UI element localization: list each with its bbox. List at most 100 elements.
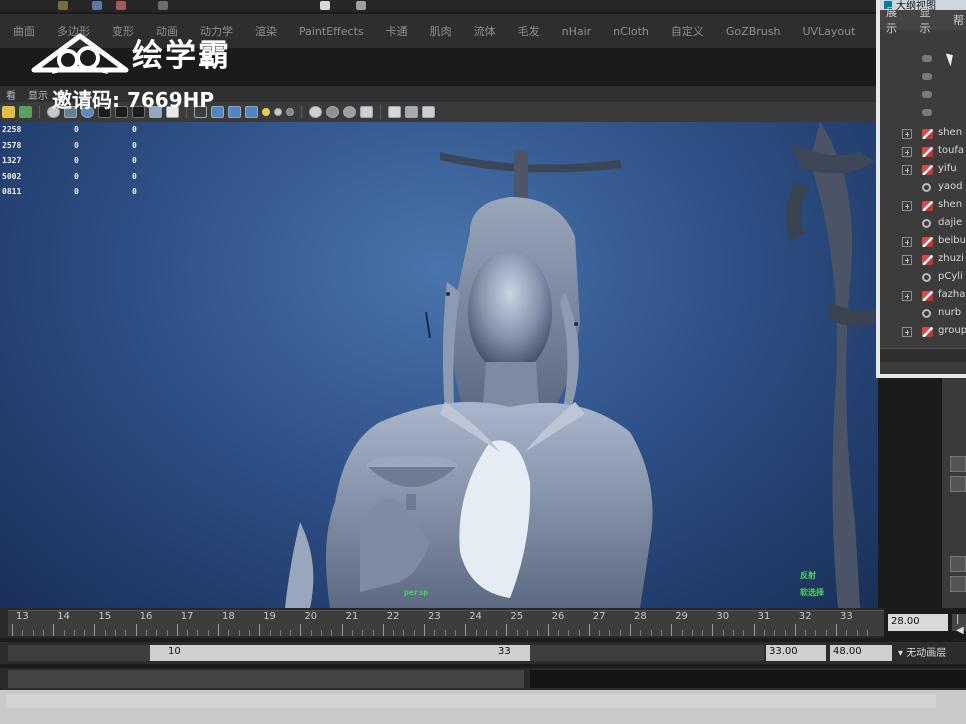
- outliner-menu-item[interactable]: 显示: [914, 4, 948, 36]
- frame-subtick-mark: [557, 630, 559, 636]
- expand-icon[interactable]: [902, 291, 912, 301]
- outliner-item[interactable]: dajie: [880, 216, 966, 233]
- poly-count-value: 0: [74, 140, 79, 150]
- outliner-item[interactable]: yaod: [880, 180, 966, 197]
- expand-icon[interactable]: [902, 165, 912, 175]
- xray-icon[interactable]: [309, 106, 322, 118]
- frame-subtick-mark: [825, 630, 827, 636]
- shelf-tab[interactable]: UVLayout: [791, 25, 866, 38]
- expand-icon[interactable]: [902, 129, 912, 139]
- frame-subtick-mark: [568, 630, 570, 636]
- tool-icon[interactable]: [58, 1, 68, 10]
- outliner-item-label: fazha: [938, 289, 966, 300]
- shelf-tab[interactable]: 自定义: [660, 23, 715, 39]
- xray-active-icon[interactable]: [343, 106, 356, 118]
- playback-end-field[interactable]: 33.00: [766, 645, 826, 661]
- frame-subtick-mark: [166, 630, 168, 636]
- step-back-icon[interactable]: |◀: [952, 614, 966, 636]
- frame-tick-mark: [794, 624, 796, 636]
- mesh-node-icon: [922, 291, 933, 301]
- frame-subtick-mark: [145, 630, 147, 636]
- transform-node-icon: [922, 219, 931, 228]
- outliner-scrollbar[interactable]: [880, 348, 966, 362]
- outliner-item[interactable]: shen: [880, 198, 966, 215]
- animation-end-field[interactable]: 48.00: [830, 645, 892, 661]
- tool-icon[interactable]: [356, 1, 366, 10]
- expand-icon[interactable]: [902, 255, 912, 265]
- range-slider-bar[interactable]: 10 33: [150, 645, 530, 661]
- tool-icon[interactable]: [92, 1, 102, 10]
- transform-node-icon: [922, 183, 931, 192]
- outliner-item[interactable]: shen: [880, 126, 966, 143]
- frame-subtick-mark: [248, 630, 250, 636]
- shelf-tab[interactable]: nCloth: [602, 25, 660, 38]
- cloud-logo-icon: [31, 33, 129, 74]
- range-left-area[interactable]: [8, 645, 150, 661]
- tool-icon[interactable]: [320, 1, 330, 10]
- poly-count-value: 0: [74, 125, 79, 134]
- outliner-item-label: dajie: [938, 217, 963, 228]
- viewport-menu-item[interactable]: 看: [0, 87, 22, 102]
- expand-icon[interactable]: [902, 237, 912, 247]
- outliner-item-label: yaod: [938, 181, 963, 192]
- current-frame-field[interactable]: 28.00: [888, 614, 948, 631]
- outliner-item[interactable]: [880, 86, 966, 103]
- use-all-lights-icon[interactable]: [262, 108, 270, 116]
- command-input[interactable]: [8, 670, 524, 688]
- tool-icon[interactable]: [158, 1, 168, 10]
- select-camera-icon[interactable]: [2, 106, 15, 118]
- share-icon[interactable]: [422, 106, 435, 118]
- shelf-tab[interactable]: PaintEffects: [288, 25, 375, 38]
- panel-button[interactable]: [950, 456, 966, 472]
- outliner-menu-item[interactable]: 展示: [880, 4, 914, 36]
- shelf-tab[interactable]: nHair: [551, 25, 603, 38]
- shelf-tab[interactable]: 卡通: [375, 23, 419, 39]
- frame-tick-mark: [836, 624, 837, 636]
- frame-subtick-mark: [115, 630, 116, 636]
- panel-button[interactable]: [950, 576, 966, 592]
- outliner-item[interactable]: zhuzi: [880, 252, 966, 269]
- panel-button[interactable]: [950, 476, 966, 492]
- lighting-icon[interactable]: [286, 108, 294, 116]
- expand-icon[interactable]: [902, 147, 912, 157]
- shelf-tab[interactable]: 毛发: [507, 23, 551, 39]
- outliner-item[interactable]: beibu: [880, 234, 966, 251]
- outliner-item[interactable]: nurb: [880, 306, 966, 323]
- hud-icon[interactable]: [388, 106, 401, 118]
- outliner-item[interactable]: [880, 68, 966, 85]
- shadows-icon[interactable]: [274, 108, 282, 116]
- isolate-icon[interactable]: [360, 106, 373, 118]
- camera-attr-icon[interactable]: [405, 106, 418, 118]
- expand-icon[interactable]: [902, 327, 912, 337]
- frame-tick-label: 24: [469, 611, 482, 622]
- xray-joints-icon[interactable]: [326, 106, 339, 118]
- frame-subtick-mark: [393, 630, 395, 636]
- shelf-tab[interactable]: GoZBrush: [715, 25, 792, 38]
- outliner-item[interactable]: yifu: [880, 162, 966, 179]
- tool-icon[interactable]: [116, 1, 126, 10]
- perspective-viewport[interactable]: 2258 0 0 2578 0 0 1327 0 0 5002 0 0 0811 0 0 persp 反射 …: [0, 122, 878, 608]
- frame-tick-label: 17: [180, 611, 194, 622]
- outliner-item[interactable]: pCyli: [880, 270, 966, 287]
- frame-tick-label: 28: [634, 611, 647, 622]
- frame-subtick-mark: [743, 630, 745, 636]
- shelf-tab[interactable]: 肌肉: [419, 23, 463, 39]
- outliner-item[interactable]: [880, 104, 966, 121]
- transform-node-icon: [922, 309, 931, 318]
- frame-subtick-mark: [125, 630, 127, 636]
- range-right-area[interactable]: [530, 645, 764, 661]
- shelf-tab[interactable]: 流体: [463, 23, 507, 39]
- panel-button[interactable]: [950, 556, 966, 572]
- frame-tick-label: 18: [222, 611, 235, 622]
- expand-icon[interactable]: [902, 201, 912, 211]
- outliner-item[interactable]: toufa: [880, 144, 966, 161]
- outliner-item-label: pCyli: [938, 271, 963, 282]
- anim-layer-dropdown[interactable]: ▾ 无动画层: [898, 644, 946, 659]
- outliner-menu-item[interactable]: 帮: [947, 12, 966, 28]
- outliner-item[interactable]: fazha: [880, 288, 966, 305]
- outliner-item[interactable]: group: [880, 324, 966, 341]
- frame-subtick-mark: [444, 630, 446, 636]
- time-slider[interactable]: [0, 608, 884, 638]
- frame-subtick-mark: [279, 630, 281, 636]
- outliner-menu: 展示 显示帮: [880, 6, 966, 35]
